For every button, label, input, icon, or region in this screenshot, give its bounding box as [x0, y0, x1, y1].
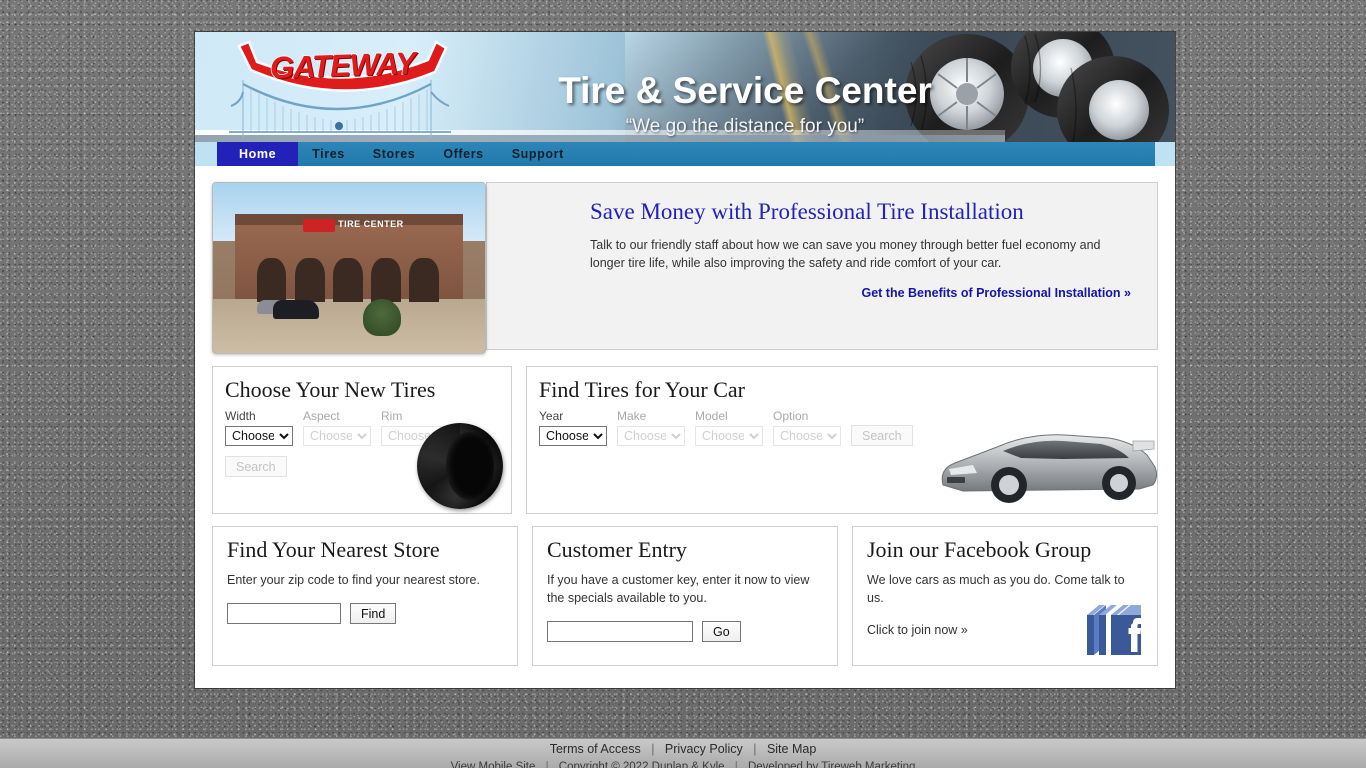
store-finder-title: Find Your Nearest Store [227, 537, 440, 562]
customer-entry-body: If you have a customer key, enter it now… [547, 573, 810, 606]
footer-separator: | [545, 761, 549, 768]
facebook-panel: Join our Facebook Group We love cars as … [852, 526, 1158, 666]
label-aspect: Aspect [303, 409, 340, 423]
hero-heading: Save Money with Professional Tire Instal… [590, 199, 1024, 224]
tire-search-button[interactable]: Search [225, 456, 287, 477]
field-option: Option Choose [773, 409, 841, 446]
footer-separator: | [651, 742, 655, 756]
search-row: Choose Your New Tires Width Choose Aspec… [212, 366, 1158, 514]
field-model: Model Choose [695, 409, 763, 446]
select-option[interactable]: Choose [773, 426, 841, 446]
logo-text: GATEWAY [269, 45, 417, 87]
main-navigation: Home Tires Stores Offers Support [195, 142, 1175, 166]
footer-separator: | [734, 761, 738, 768]
select-year[interactable]: Choose [539, 426, 607, 446]
find-store-button[interactable]: Find [350, 603, 397, 625]
photo-parking-lot [213, 298, 485, 353]
hero-section: TIRE CENTER Save Money with Professional… [212, 182, 1158, 354]
photo-store-sign [302, 218, 336, 233]
store-finder-panel: Find Your Nearest Store Enter your zip c… [212, 526, 518, 666]
store-finder-form: Find [227, 603, 503, 625]
footer-link-terms[interactable]: Terms of Access [550, 742, 641, 756]
label-year: Year [539, 409, 564, 423]
footer-links: Terms of Access | Privacy Policy | Site … [0, 739, 1366, 756]
page-root: GATEWAY Tire & Service Center “We go the… [0, 0, 1366, 768]
photo-arch [408, 257, 439, 302]
tire-search-title: Choose Your New Tires [225, 377, 436, 402]
vehicle-search-panel: Find Tires for Your Car Year Choose Make… [526, 366, 1158, 514]
site-banner: GATEWAY Tire & Service Center “We go the… [195, 32, 1175, 142]
site-wrapper: GATEWAY Tire & Service Center “We go the… [195, 32, 1175, 688]
footer-link-mobile-site[interactable]: View Mobile Site [451, 761, 536, 768]
footer-subline: View Mobile Site | Copyright © 2022 Dunl… [0, 756, 1366, 768]
vehicle-search-title: Find Tires for Your Car [539, 377, 745, 402]
storefront-photo: TIRE CENTER [212, 182, 486, 354]
site-logo[interactable]: GATEWAY [225, 40, 455, 140]
label-make: Make [617, 409, 647, 423]
photo-arch [256, 257, 287, 302]
main-content: TIRE CENTER Save Money with Professional… [195, 166, 1175, 688]
tire-search-panel: Choose Your New Tires Width Choose Aspec… [212, 366, 512, 514]
hero-text-block: Save Money with Professional Tire Instal… [486, 182, 1158, 350]
label-model: Model [695, 409, 728, 423]
nav-item-tires[interactable]: Tires [298, 142, 359, 166]
photo-arch [332, 257, 363, 302]
facebook-icon[interactable] [1081, 599, 1147, 661]
label-rim: Rim [381, 409, 403, 423]
field-year: Year Choose [539, 409, 607, 446]
site-footer: Terms of Access | Privacy Policy | Site … [0, 738, 1366, 768]
select-aspect[interactable]: Choose [303, 426, 371, 446]
tire-image [417, 423, 503, 509]
photo-store-sign-text: TIRE CENTER [338, 218, 404, 229]
info-row: Find Your Nearest Store Enter your zip c… [212, 526, 1158, 666]
facebook-join-link[interactable]: Click to join now » [867, 623, 968, 637]
nav-item-stores[interactable]: Stores [359, 142, 430, 166]
select-make[interactable]: Choose [617, 426, 685, 446]
customer-entry-form: Go [547, 621, 823, 643]
photo-shrub [362, 298, 401, 336]
nav-item-support[interactable]: Support [498, 142, 578, 166]
hero-body: Talk to our friendly staff about how we … [590, 238, 1101, 271]
photo-car-dark [272, 300, 320, 319]
label-option: Option [773, 409, 809, 423]
footer-link-privacy[interactable]: Privacy Policy [665, 742, 743, 756]
field-aspect: Aspect Choose [303, 409, 371, 446]
field-width: Width Choose [225, 409, 293, 446]
zip-code-input[interactable] [227, 603, 341, 625]
customer-key-input[interactable] [547, 621, 693, 643]
vehicle-search-button[interactable]: Search [851, 425, 913, 446]
footer-link-sitemap[interactable]: Site Map [767, 742, 816, 756]
footer-copyright: Copyright © 2022 Dunlap & Kyle [558, 761, 725, 768]
banner-title: Tire & Service Center [558, 70, 932, 111]
field-make: Make Choose [617, 409, 685, 446]
facebook-title: Join our Facebook Group [867, 537, 1092, 562]
store-finder-body: Enter your zip code to find your nearest… [227, 573, 480, 587]
select-model[interactable]: Choose [695, 426, 763, 446]
logo-ribbon: GATEWAY [235, 40, 450, 95]
label-width: Width [225, 409, 256, 423]
customer-entry-go-button[interactable]: Go [702, 621, 741, 643]
customer-entry-title: Customer Entry [547, 537, 687, 562]
banner-tagline: “We go the distance for you” [625, 116, 865, 137]
nav-item-home[interactable]: Home [217, 142, 299, 166]
footer-separator: | [753, 742, 757, 756]
nav-right-cap [1155, 142, 1175, 166]
select-width[interactable]: Choose [225, 426, 293, 446]
nav-item-offers[interactable]: Offers [429, 142, 497, 166]
photo-arch [370, 257, 401, 302]
car-image [941, 434, 1158, 503]
nav-left-cap [195, 142, 217, 166]
hero-cta-link[interactable]: Get the Benefits of Professional Install… [590, 286, 1132, 300]
footer-link-developer[interactable]: Developed by Tireweb Marketing [748, 761, 915, 768]
customer-entry-panel: Customer Entry If you have a customer ke… [532, 526, 838, 666]
photo-arch [294, 257, 325, 302]
